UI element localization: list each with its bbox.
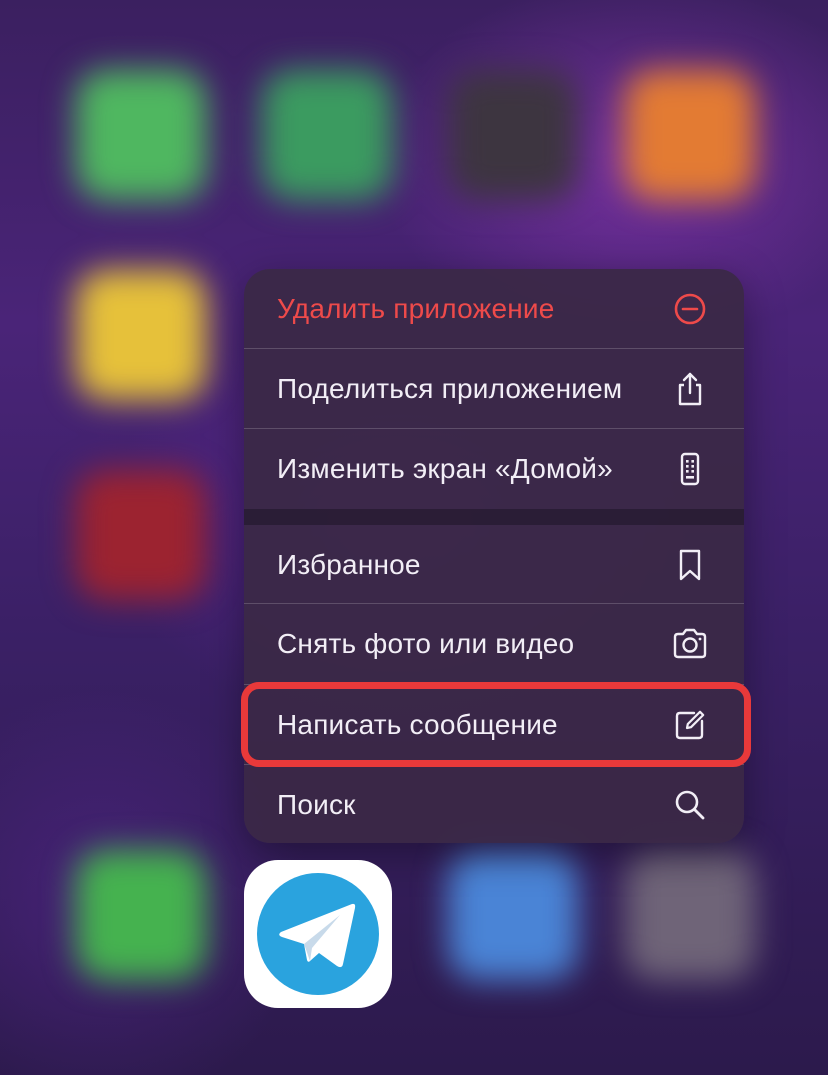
phone-apps-icon (672, 451, 708, 487)
app-icon-green (76, 70, 206, 200)
menu-item-remove-app[interactable]: Удалить приложение (244, 269, 744, 349)
telegram-icon (257, 873, 379, 995)
share-icon (672, 371, 708, 407)
app-icon-orange (625, 70, 755, 200)
menu-item-favorites[interactable]: Избранное (244, 525, 744, 605)
telegram-app-icon[interactable] (244, 860, 392, 1008)
menu-item-label: Снять фото или видео (277, 628, 575, 659)
camera-icon (672, 626, 708, 662)
app-icon-phone (76, 850, 206, 980)
app-icon-blue (448, 850, 578, 980)
menu-item-label: Изменить экран «Домой» (277, 453, 613, 484)
menu-item-write-message[interactable]: Написать сообщение (244, 685, 744, 765)
menu-item-label: Избранное (277, 549, 421, 580)
menu-item-label: Написать сообщение (277, 709, 558, 740)
menu-item-take-photo-video[interactable]: Снять фото или видео (244, 604, 744, 684)
app-icon-chrome (262, 70, 392, 200)
menu-item-search[interactable]: Поиск (244, 765, 744, 843)
compose-icon (672, 707, 708, 743)
bookmark-icon (672, 547, 708, 583)
menu-section-gap (244, 509, 744, 525)
app-icon-grey (625, 850, 755, 980)
menu-item-label: Удалить приложение (277, 293, 555, 324)
menu-item-label: Поделиться приложением (277, 373, 623, 404)
app-icon-dark (448, 70, 578, 200)
search-icon (672, 787, 708, 823)
minus-circle-icon (672, 291, 708, 327)
context-menu: Удалить приложение Поделиться приложение… (244, 269, 744, 843)
menu-item-label: Поиск (277, 789, 356, 820)
menu-item-edit-home-screen[interactable]: Изменить экран «Домой» (244, 429, 744, 509)
app-icon-red (76, 470, 206, 600)
app-icon-yellow (76, 270, 206, 400)
menu-item-share-app[interactable]: Поделиться приложением (244, 349, 744, 429)
